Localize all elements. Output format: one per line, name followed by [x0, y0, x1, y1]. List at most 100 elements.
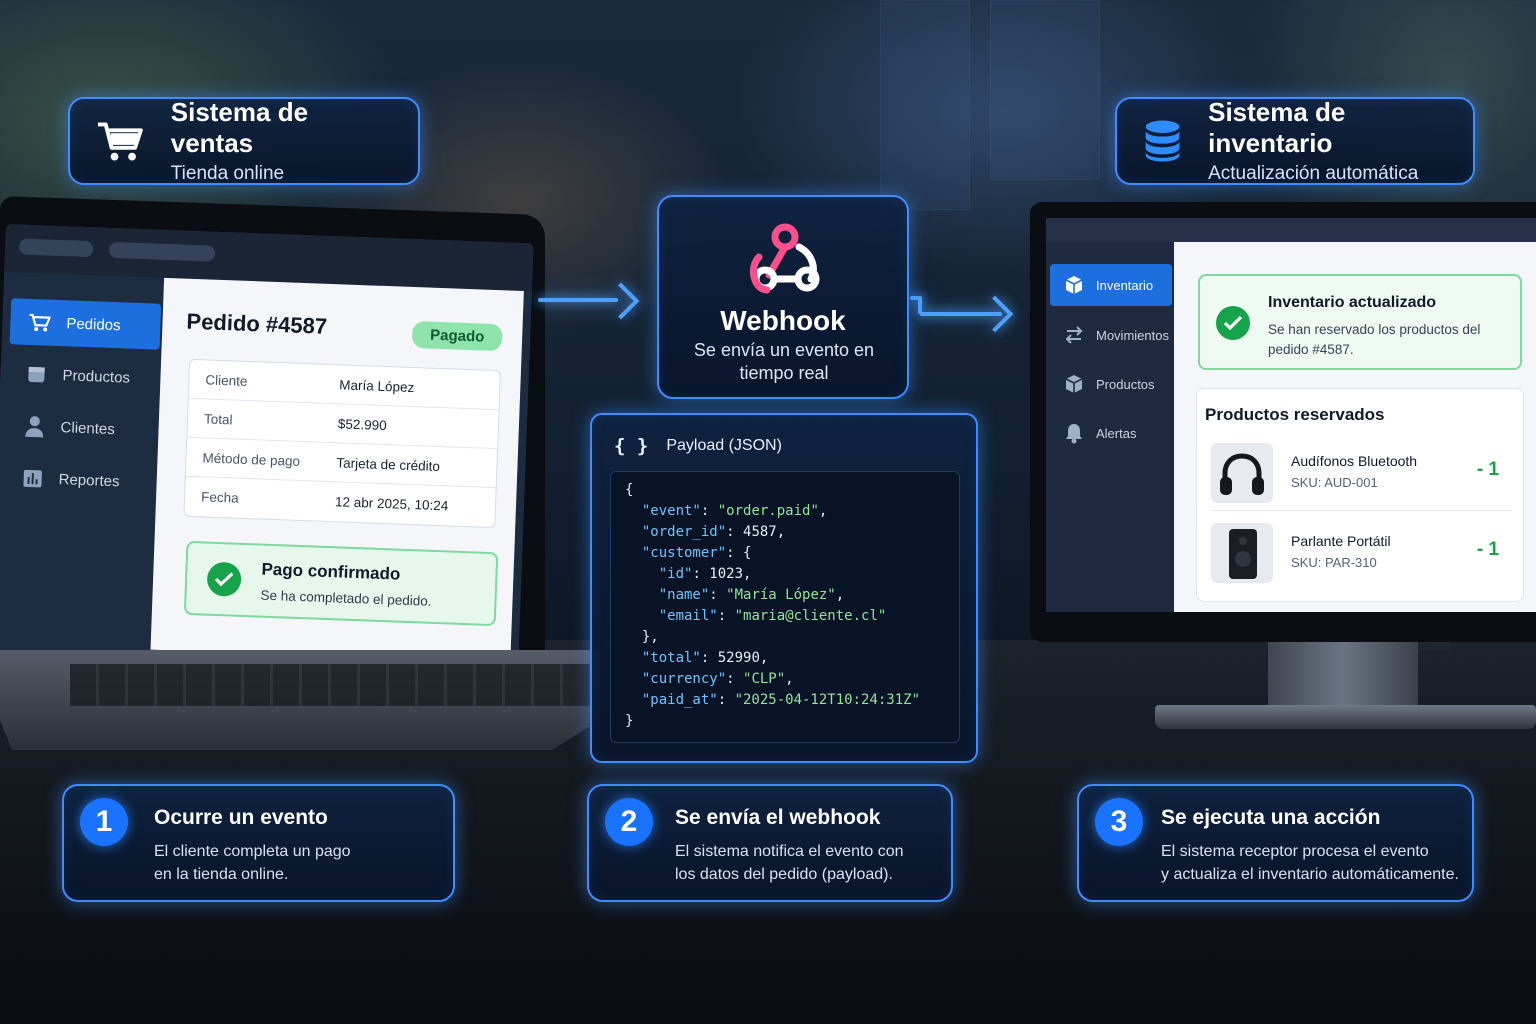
- code-line: }: [625, 711, 945, 732]
- sidebar-item-label: Pedidos: [66, 314, 121, 334]
- inventory-system-header: Sistema de inventario Actualización auto…: [1115, 97, 1475, 185]
- sidebar-item-label: Reportes: [58, 470, 120, 490]
- sidebar-item-pedidos[interactable]: Pedidos: [9, 298, 162, 350]
- sidebar-item-productos[interactable]: Productos: [8, 350, 160, 401]
- product-name: Parlante Portátil: [1291, 533, 1391, 549]
- box-icon: [28, 366, 45, 383]
- json-key: "id": [658, 566, 693, 582]
- inventory-system-title: Sistema de inventario: [1208, 97, 1346, 158]
- product-name: Audífonos Bluetooth: [1291, 453, 1418, 469]
- row-value: María López: [339, 376, 415, 395]
- step-card-2: 2 Se envía el webhook El sistema notific…: [587, 784, 953, 902]
- json-value: "order.paid": [717, 503, 819, 519]
- status-badge: Pagado: [411, 320, 503, 352]
- json-key: "order_id": [641, 524, 727, 540]
- code-line: {: [625, 480, 945, 501]
- chart-icon: [23, 469, 42, 488]
- laptop-screen: Pedidos Productos Clientes Reportes Pedi…: [0, 224, 534, 670]
- reserved-products-title: Productos reservados: [1205, 405, 1385, 424]
- step-card-1: 1 Ocurre un evento El cliente completa u…: [62, 784, 455, 902]
- row-key: Total: [203, 410, 233, 427]
- cart-icon: [29, 313, 51, 332]
- json-key: "event": [641, 503, 701, 519]
- product-qty: - 1: [1476, 459, 1499, 480]
- json-code-block: { "event": "order.paid", "order_id": 458…: [610, 471, 960, 743]
- sales-system-title: Sistema de ventas: [170, 97, 309, 158]
- json-value: "CLP": [743, 671, 786, 687]
- row-key: Fecha: [200, 489, 239, 506]
- row-value: Tarjeta de crédito: [336, 454, 441, 474]
- sidebar-item-inventario[interactable]: Inventario: [1050, 264, 1172, 306]
- sidebar-item-movimientos[interactable]: Movimientos: [1050, 314, 1172, 356]
- product-qty: - 1: [1476, 539, 1499, 560]
- step-text: El cliente completa un pago en la tienda…: [154, 843, 351, 883]
- monitor-screen: Inventario Movimientos Productos Alertas…: [1046, 218, 1536, 612]
- inventory-updated-card: Inventario actualizado Se han reservado …: [1198, 274, 1522, 370]
- step-number: 3: [1095, 798, 1143, 846]
- sidebar-item-reportes[interactable]: Reportes: [4, 454, 156, 505]
- step-title: Se envía el webhook: [675, 806, 881, 829]
- inventory-system-subtitle: Actualización automática: [1208, 163, 1419, 184]
- code-line: "event": "order.paid",: [641, 503, 828, 519]
- json-key: "currency": [641, 671, 727, 687]
- database-icon: [1145, 120, 1180, 162]
- code-line: "id": 1023,: [658, 566, 752, 582]
- cart-icon: [97, 122, 143, 161]
- code-line: "email": "maria@cliente.cl": [658, 608, 887, 624]
- order-info-table: Cliente María López Total $52.990 Método d…: [183, 358, 501, 529]
- sidebar-item-alertas[interactable]: Alertas: [1050, 412, 1172, 454]
- confirm-subtitle: Se ha completado el pedido.: [260, 587, 432, 609]
- code-line: "total": 52990,: [641, 650, 769, 666]
- json-key: "total": [641, 650, 701, 666]
- step-number: 1: [80, 798, 128, 846]
- json-value: "maria@cliente.cl": [734, 608, 887, 624]
- monitor-stand: [1268, 640, 1418, 710]
- step-text: El sistema receptor procesa el evento y …: [1161, 843, 1459, 883]
- sidebar-item-label: Alertas: [1096, 425, 1137, 441]
- step-title: Ocurre un evento: [154, 806, 328, 829]
- code-line: "currency": "CLP",: [641, 671, 794, 687]
- row-value: $52.990: [337, 415, 387, 433]
- step-number: 2: [605, 798, 653, 846]
- sales-system-header: Sistema de ventas Tienda online: [68, 97, 420, 185]
- json-value: {: [743, 545, 752, 561]
- sidebar-item-label: Inventario: [1096, 277, 1154, 293]
- sidebar-item-productos[interactable]: Productos: [1050, 363, 1172, 405]
- json-key: "email": [658, 608, 718, 624]
- json-value: 52990: [717, 650, 760, 666]
- code-text: },: [625, 629, 659, 645]
- confirm-title: Pago confirmado: [261, 559, 401, 584]
- json-value: "2025-04-12T10:24:31Z": [734, 692, 921, 708]
- payload-title: Payload (JSON): [666, 437, 782, 454]
- product-sku: SKU: AUD-001: [1291, 475, 1378, 490]
- sidebar-item-label: Movimientos: [1096, 327, 1169, 343]
- inventory-updated-subtitle: Se han reservado los productos del pedid…: [1268, 322, 1481, 357]
- inventory-sidebar: Inventario Movimientos Productos Alertas: [1046, 242, 1174, 612]
- cube-icon: [1065, 276, 1083, 294]
- code-line: "name": "María López",: [658, 587, 845, 603]
- sales-system-subtitle: Tienda online: [170, 163, 285, 184]
- bell-icon: [1066, 424, 1082, 444]
- arrow-right-icon: [976, 295, 1014, 333]
- background-window: [990, 0, 1100, 180]
- sales-sidebar: Pedidos Productos Clientes Reportes: [0, 271, 165, 658]
- sidebar-item-label: Productos: [62, 366, 131, 387]
- check-icon: [1216, 306, 1250, 340]
- json-value: 4587: [743, 524, 777, 540]
- code-line: "customer": {: [641, 545, 752, 561]
- user-icon: [25, 416, 44, 438]
- check-icon: [206, 561, 242, 597]
- speaker-icon: [1211, 523, 1273, 583]
- row-key: Método de pago: [202, 449, 301, 469]
- order-detail-panel: Pedido #4587 Pagado Cliente María López T…: [150, 277, 524, 663]
- step-text: El sistema notifica el evento con los da…: [675, 843, 904, 883]
- row-key: Cliente: [205, 371, 248, 389]
- payload-header: { } Payload (JSON): [614, 435, 782, 457]
- json-value: 1023: [709, 566, 744, 582]
- sidebar-item-clientes[interactable]: Clientes: [6, 402, 158, 453]
- sidebar-item-label: Productos: [1096, 376, 1155, 392]
- product-sku: SKU: PAR-310: [1291, 555, 1377, 570]
- step-title: Se ejecuta una acción: [1161, 806, 1381, 829]
- transfer-icon: [1065, 326, 1083, 344]
- laptop-keyboard: [70, 664, 590, 706]
